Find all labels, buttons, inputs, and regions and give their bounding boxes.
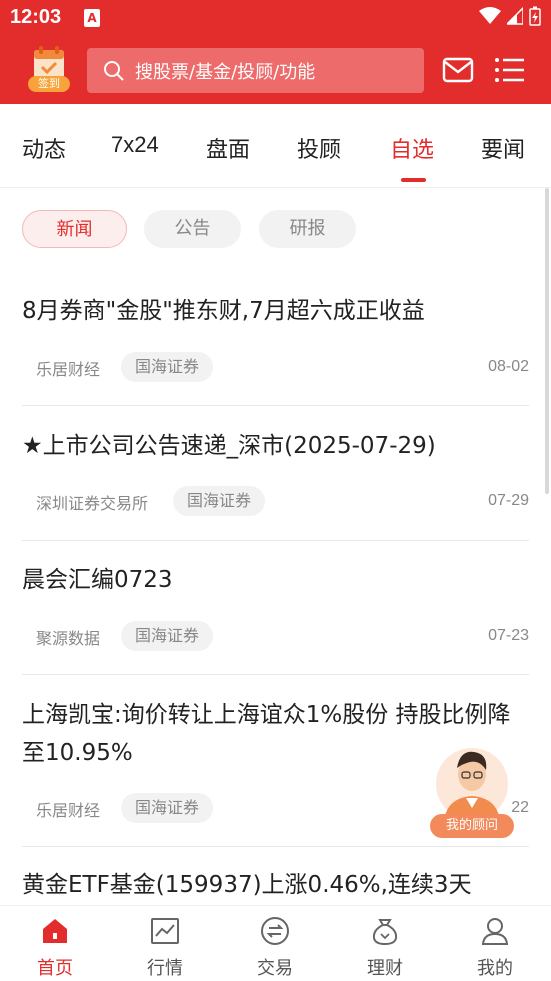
tab-dongtai[interactable]: 动态	[22, 132, 66, 164]
nav-label: 行情	[147, 958, 183, 979]
wifi-icon	[479, 7, 501, 24]
filter-announcements[interactable]: 公告	[144, 210, 241, 248]
tab-yaowen[interactable]: 要闻	[481, 132, 525, 164]
money-bag-icon	[372, 919, 398, 946]
active-tab-indicator	[401, 178, 426, 182]
tab-zixuan[interactable]: 自选	[390, 132, 434, 164]
nav-label: 我的	[477, 958, 513, 979]
nav-wealth[interactable]: 理财	[345, 916, 425, 980]
filter-research[interactable]: 研报	[259, 210, 356, 248]
user-icon	[481, 918, 509, 945]
news-source: 聚源数据	[36, 629, 101, 648]
top-header: 12:03 A 签到 搜股票/基金/投顾/功能	[0, 0, 551, 104]
divider	[22, 540, 529, 541]
top-tabs: 动态 7x24 盘面 投顾 自选 要闻	[0, 104, 551, 188]
bottom-nav: 首页 行情 交易 理财 我的	[0, 905, 551, 981]
news-title: 8月券商"金股"推东财,7月超六成正收益	[22, 298, 425, 324]
nav-home[interactable]: 首页	[15, 916, 95, 980]
search-placeholder: 搜股票/基金/投顾/功能	[135, 61, 316, 83]
app-notification-icon: A	[84, 9, 100, 27]
advisor-button[interactable]: 我的顾问	[430, 742, 514, 840]
checkin-button[interactable]: 签到	[26, 46, 72, 94]
news-source: 乐居财经	[36, 360, 101, 379]
news-title: ★上市公司公告速递_深市(2025-07-29)	[22, 433, 436, 459]
news-title: 黄金ETF基金(159937)上涨0.46%,连续3天	[22, 872, 472, 898]
scrollbar[interactable]	[545, 188, 549, 494]
advisor-avatar-icon	[436, 748, 508, 822]
battery-icon	[529, 6, 541, 26]
news-source: 乐居财经	[36, 801, 101, 820]
advisor-label: 我的顾问	[430, 814, 514, 838]
nav-market[interactable]: 行情	[125, 916, 205, 980]
status-icons	[479, 6, 541, 26]
home-icon	[43, 919, 67, 943]
search-bar[interactable]: 搜股票/基金/投顾/功能	[87, 48, 424, 93]
divider	[22, 846, 529, 847]
news-date: 07-23	[488, 627, 529, 644]
filter-news[interactable]: 新闻	[22, 210, 127, 248]
tab-panmian[interactable]: 盘面	[206, 132, 250, 164]
exchange-icon	[261, 917, 289, 945]
checkin-label: 签到	[28, 76, 70, 92]
nav-label: 交易	[257, 958, 293, 979]
news-tag: 国海证券	[121, 352, 214, 382]
signal-icon	[507, 7, 523, 25]
nav-label: 首页	[37, 958, 73, 979]
news-date: 08-02	[488, 358, 529, 375]
chart-icon	[151, 918, 179, 944]
nav-label: 理财	[367, 958, 403, 979]
news-date: 07-29	[488, 492, 529, 509]
status-bar: 12:03 A	[0, 0, 551, 38]
news-source: 深圳证券交易所	[36, 494, 149, 513]
nav-mine[interactable]: 我的	[455, 916, 535, 980]
divider	[22, 674, 529, 675]
search-icon	[104, 60, 124, 81]
news-tag: 国海证券	[121, 793, 214, 823]
nav-trade[interactable]: 交易	[235, 916, 315, 980]
mail-icon[interactable]	[442, 56, 474, 84]
news-tag: 国海证券	[173, 486, 266, 516]
status-time: 12:03	[10, 6, 62, 28]
calendar-icon	[34, 46, 64, 78]
tab-tougu[interactable]: 投顾	[297, 132, 341, 164]
tab-7x24[interactable]: 7x24	[111, 132, 159, 158]
menu-icon[interactable]	[494, 56, 526, 84]
news-title: 晨会汇编0723	[22, 567, 173, 593]
divider	[22, 405, 529, 406]
news-tag: 国海证券	[121, 621, 214, 651]
